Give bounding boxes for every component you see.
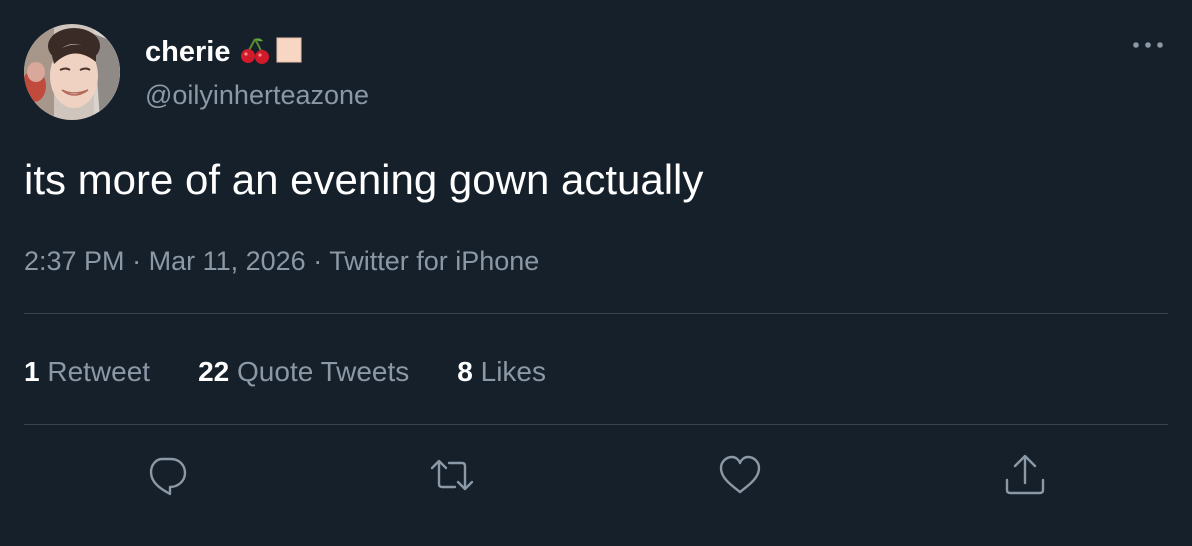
tweet-date[interactable]: Mar 11, 2026 — [149, 246, 306, 276]
like-label: Likes — [480, 356, 547, 387]
tweet-card: cherie @oilyinherteazone its more of an … — [0, 0, 1192, 546]
retweet-icon[interactable] — [429, 452, 475, 498]
tweet-stats: 1 Retweet 22 Quote Tweets 8 Likes — [24, 352, 594, 392]
like-number: 8 — [457, 356, 473, 387]
tweet-source[interactable]: Twitter for iPhone — [329, 246, 539, 276]
quote-tweet-label: Quote Tweets — [237, 356, 410, 387]
avatar-photo — [24, 24, 120, 120]
author-name-row: cherie — [145, 32, 302, 72]
avatar[interactable] — [24, 24, 120, 120]
meta-separator: · — [313, 246, 323, 276]
reply-icon[interactable] — [144, 452, 190, 498]
divider — [24, 313, 1168, 314]
cherry-emoji — [240, 35, 270, 70]
quote-tweet-count[interactable]: 22 Quote Tweets — [198, 356, 409, 388]
author-display-name[interactable]: cherie — [145, 36, 230, 69]
retweet-count[interactable]: 1 Retweet — [24, 356, 150, 388]
tweet-text: its more of an evening gown actually — [24, 156, 704, 203]
tweet-meta: 2:37 PM · Mar 11, 2026 · Twitter for iPh… — [24, 246, 539, 277]
retweet-number: 1 — [24, 356, 40, 387]
divider — [24, 424, 1168, 425]
more-options-icon[interactable] — [1128, 30, 1168, 60]
quote-tweet-number: 22 — [198, 356, 230, 387]
share-icon[interactable] — [1002, 452, 1048, 498]
like-icon[interactable] — [717, 452, 763, 498]
retweet-label: Retweet — [47, 356, 151, 387]
like-count[interactable]: 8 Likes — [457, 356, 546, 388]
meta-separator: · — [132, 246, 142, 276]
author-handle[interactable]: @oilyinherteazone — [145, 80, 369, 111]
tweet-time[interactable]: 2:37 PM — [24, 246, 125, 276]
skin-tone-square-emoji — [276, 37, 302, 68]
